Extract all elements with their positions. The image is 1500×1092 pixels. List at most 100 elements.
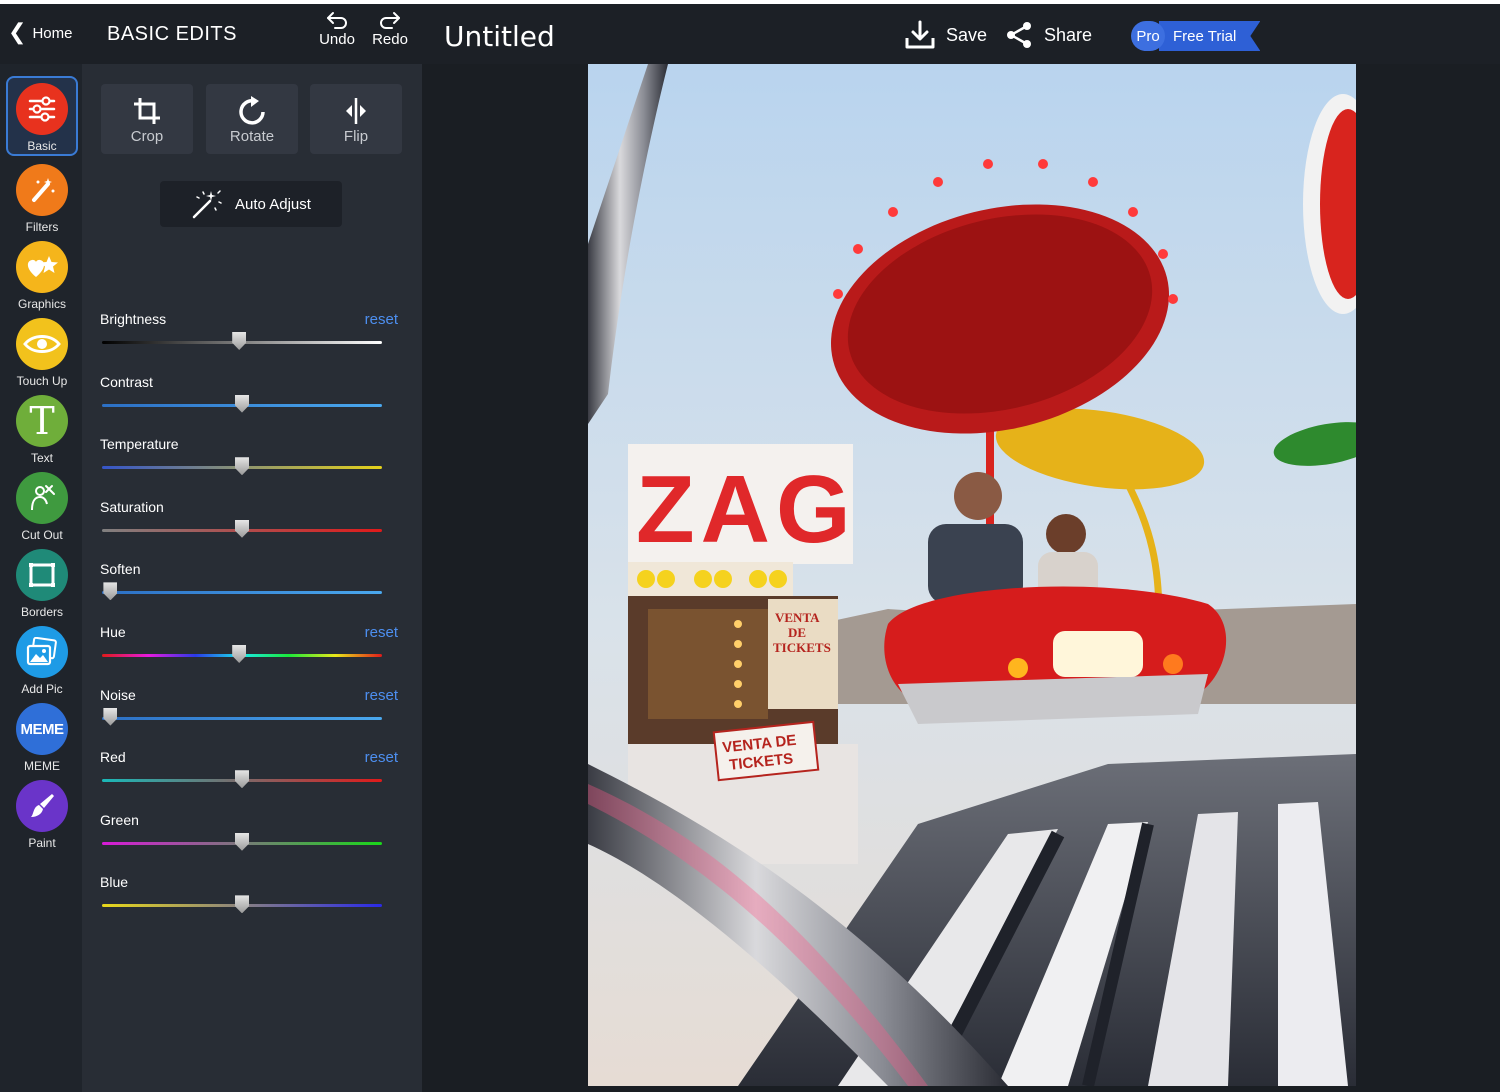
- tool-rail: Basic Filters Graphics Touch Up T Text C…: [0, 64, 82, 1092]
- slider-red: Red reset: [100, 749, 398, 807]
- sliders-icon: [16, 83, 68, 135]
- slider-soften: Soften: [100, 561, 398, 619]
- paintbrush-icon: [16, 780, 68, 832]
- rail-item-label: Add Pic: [21, 682, 63, 696]
- slider-label: Soften: [100, 561, 141, 578]
- slider-thumb[interactable]: [235, 457, 249, 476]
- auto-adjust-button[interactable]: Auto Adjust: [160, 181, 342, 227]
- undo-label: Undo: [319, 31, 355, 48]
- rotate-button[interactable]: Rotate: [206, 84, 298, 154]
- rail-item-label: Borders: [20, 605, 64, 619]
- document-title[interactable]: Untitled: [444, 20, 555, 53]
- rail-item-paint[interactable]: Paint: [6, 775, 78, 855]
- slider-temperature: Temperature: [100, 436, 398, 494]
- slider-saturation: Saturation: [100, 499, 398, 557]
- svg-text:TICKETS: TICKETS: [773, 640, 831, 655]
- zag-sign-text: ZAG: [636, 456, 857, 563]
- slider-hue: Hue reset: [100, 624, 398, 682]
- slider-track[interactable]: [102, 716, 382, 720]
- pro-free-trial-button[interactable]: Pro Free Trial: [1131, 21, 1260, 51]
- rail-item-meme[interactable]: MEME MEME: [6, 698, 78, 778]
- undo-icon: [327, 12, 347, 29]
- chevron-left-icon: ❮: [8, 20, 27, 45]
- slider-thumb[interactable]: [232, 645, 247, 663]
- rotate-icon: [239, 96, 265, 125]
- slider-blue: Blue: [100, 874, 398, 932]
- slider-green: Green: [100, 812, 398, 870]
- home-label: Home: [32, 24, 73, 42]
- slider-label: Hue: [100, 624, 126, 640]
- text-t-icon: T: [16, 395, 68, 447]
- reset-link[interactable]: reset: [365, 311, 398, 328]
- auto-adjust-label: Auto Adjust: [235, 195, 311, 213]
- crop-button[interactable]: Crop: [101, 84, 193, 154]
- rail-item-label: MEME: [24, 759, 60, 773]
- rail-item-label: Touch Up: [16, 374, 68, 388]
- rail-item-label: Graphics: [17, 297, 67, 311]
- slider-thumb[interactable]: [103, 707, 118, 726]
- slider-label: Saturation: [100, 498, 164, 515]
- panel-title: BASIC EDITS: [107, 23, 237, 45]
- frame-icon: [16, 549, 68, 601]
- crop-icon: [134, 98, 160, 124]
- slider-label: Green: [100, 811, 139, 828]
- share-icon: [1007, 22, 1031, 48]
- slider-label: Brightness: [100, 311, 167, 327]
- pro-badge: Pro: [1131, 21, 1165, 51]
- rail-item-basic[interactable]: Basic: [6, 76, 78, 156]
- photo-illustration: ZAG VENTA DE TICKETS VENTA DE TICKETS: [588, 64, 1356, 1086]
- slider-label: Red: [100, 749, 126, 766]
- basic-edits-panel: Crop Rotate Flip Auto Adjust Brightness …: [82, 64, 422, 1092]
- magic-wand-icon: [16, 164, 68, 216]
- home-button[interactable]: ❮ Home: [8, 20, 72, 46]
- rail-item-filters[interactable]: Filters: [6, 159, 78, 239]
- slider-thumb[interactable]: [103, 582, 118, 601]
- editor-canvas: ZAG VENTA DE TICKETS VENTA DE TICKETS: [422, 64, 1500, 1092]
- meme-icon: MEME: [16, 703, 68, 755]
- rail-item-add-pic[interactable]: Add Pic: [6, 621, 78, 701]
- free-trial-label: Free Trial: [1159, 21, 1260, 51]
- slider-brightness: Brightness reset: [100, 311, 398, 369]
- crop-label: Crop: [130, 128, 164, 145]
- reset-link[interactable]: reset: [365, 624, 398, 641]
- eye-icon: [16, 318, 68, 370]
- redo-button[interactable]: Redo: [368, 10, 412, 48]
- slider-thumb[interactable]: [235, 895, 249, 914]
- download-icon: [905, 20, 935, 49]
- rail-item-label: Paint: [28, 836, 56, 850]
- rail-item-label: Text: [30, 451, 53, 465]
- save-button[interactable]: Save: [904, 18, 987, 52]
- slider-track[interactable]: [102, 591, 382, 595]
- add-picture-icon: [16, 626, 68, 678]
- slider-label: Contrast: [100, 373, 153, 390]
- rail-item-graphics[interactable]: Graphics: [6, 236, 78, 316]
- rail-item-text[interactable]: T Text: [6, 390, 78, 470]
- redo-label: Redo: [372, 31, 408, 48]
- slider-label: Noise: [100, 686, 136, 703]
- photo-editor-app: ❮ Home BASIC EDITS Undo Redo Untitled Sa…: [0, 4, 1500, 1092]
- flip-label: Flip: [343, 128, 369, 145]
- undo-button[interactable]: Undo: [315, 10, 359, 48]
- rail-item-cut-out[interactable]: Cut Out: [6, 467, 78, 547]
- heart-star-icon: [16, 241, 68, 293]
- magic-wand-icon: [192, 190, 222, 219]
- rotate-label: Rotate: [229, 128, 275, 145]
- slider-thumb[interactable]: [235, 832, 249, 851]
- flip-button[interactable]: Flip: [310, 84, 402, 154]
- redo-icon: [380, 12, 400, 29]
- slider-thumb[interactable]: [235, 519, 249, 538]
- slider-thumb[interactable]: [235, 394, 249, 413]
- slider-label: Blue: [100, 874, 129, 891]
- ticket-sign-text: VENTA: [775, 610, 820, 625]
- rail-item-label: Cut Out: [21, 528, 63, 542]
- reset-link[interactable]: reset: [365, 687, 398, 704]
- photo-carnival-ride[interactable]: ZAG VENTA DE TICKETS VENTA DE TICKETS: [588, 64, 1356, 1086]
- slider-thumb[interactable]: [235, 770, 249, 789]
- rail-item-touch-up[interactable]: Touch Up: [6, 313, 78, 393]
- rail-item-borders[interactable]: Borders: [6, 544, 78, 624]
- flip-icon: [346, 98, 366, 124]
- reset-link[interactable]: reset: [365, 749, 398, 766]
- slider-thumb[interactable]: [232, 332, 247, 350]
- rail-item-label: Basic: [27, 139, 57, 153]
- share-button[interactable]: Share: [1004, 18, 1092, 52]
